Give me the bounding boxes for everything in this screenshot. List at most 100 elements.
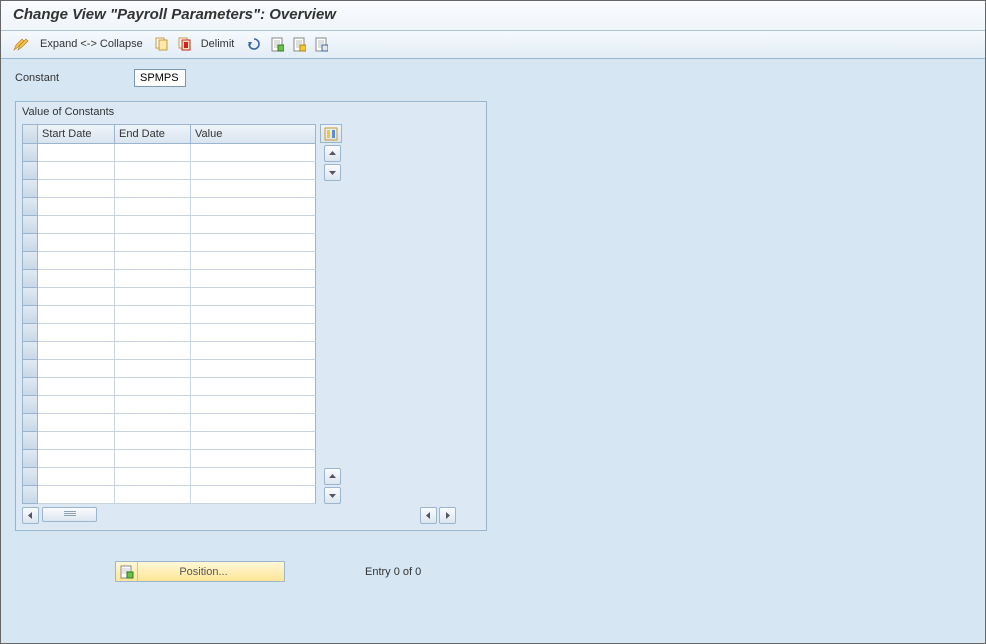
cell-start-date[interactable] <box>38 198 115 216</box>
cell-value[interactable] <box>191 180 316 198</box>
cell-start-date[interactable] <box>38 432 115 450</box>
undo-icon[interactable] <box>244 36 264 52</box>
row-selector[interactable] <box>23 324 38 342</box>
row-selector[interactable] <box>23 396 38 414</box>
table-row[interactable] <box>23 288 316 306</box>
vertical-scrollbar[interactable] <box>324 145 342 504</box>
cell-end-date[interactable] <box>115 414 191 432</box>
row-selector[interactable] <box>23 162 38 180</box>
constant-input[interactable]: SPMPS <box>134 69 186 87</box>
cell-end-date[interactable] <box>115 288 191 306</box>
row-selector[interactable] <box>23 252 38 270</box>
table-row[interactable] <box>23 234 316 252</box>
delimit-button[interactable]: Delimit <box>201 38 235 50</box>
row-selector[interactable] <box>23 234 38 252</box>
cell-end-date[interactable] <box>115 324 191 342</box>
cell-end-date[interactable] <box>115 252 191 270</box>
cell-value[interactable] <box>191 450 316 468</box>
row-selector[interactable] <box>23 414 38 432</box>
cell-start-date[interactable] <box>38 324 115 342</box>
table-row[interactable] <box>23 180 316 198</box>
table-row[interactable] <box>23 450 316 468</box>
table-row[interactable] <box>23 324 316 342</box>
table-row[interactable] <box>23 162 316 180</box>
cell-end-date[interactable] <box>115 360 191 378</box>
constants-table[interactable]: Start Date End Date Value <box>22 124 316 504</box>
cell-value[interactable] <box>191 234 316 252</box>
row-selector[interactable] <box>23 306 38 324</box>
row-selector[interactable] <box>23 270 38 288</box>
row-selector[interactable] <box>23 198 38 216</box>
select-all-icon[interactable] <box>176 36 194 52</box>
cell-end-date[interactable] <box>115 432 191 450</box>
row-selector[interactable] <box>23 180 38 198</box>
cell-start-date[interactable] <box>38 234 115 252</box>
cell-start-date[interactable] <box>38 396 115 414</box>
cell-end-date[interactable] <box>115 270 191 288</box>
table-row[interactable] <box>23 144 316 162</box>
table-row[interactable] <box>23 306 316 324</box>
cell-value[interactable] <box>191 414 316 432</box>
cell-end-date[interactable] <box>115 486 191 504</box>
table-row[interactable] <box>23 216 316 234</box>
table-row[interactable] <box>23 396 316 414</box>
table-row[interactable] <box>23 198 316 216</box>
cell-value[interactable] <box>191 432 316 450</box>
row-selector-header[interactable] <box>23 125 38 144</box>
cell-value[interactable] <box>191 252 316 270</box>
expand-collapse-button[interactable]: Expand <-> Collapse <box>40 38 143 50</box>
cell-start-date[interactable] <box>38 144 115 162</box>
cell-start-date[interactable] <box>38 288 115 306</box>
cell-value[interactable] <box>191 486 316 504</box>
table-row[interactable] <box>23 486 316 504</box>
cell-value[interactable] <box>191 468 316 486</box>
scroll-left-end-icon[interactable] <box>420 507 437 524</box>
cell-end-date[interactable] <box>115 468 191 486</box>
row-selector[interactable] <box>23 342 38 360</box>
cell-start-date[interactable] <box>38 360 115 378</box>
cell-value[interactable] <box>191 342 316 360</box>
cell-end-date[interactable] <box>115 198 191 216</box>
row-selector[interactable] <box>23 432 38 450</box>
row-selector[interactable] <box>23 486 38 504</box>
table-row[interactable] <box>23 252 316 270</box>
cell-value[interactable] <box>191 162 316 180</box>
row-selector[interactable] <box>23 450 38 468</box>
row-selector[interactable] <box>23 288 38 306</box>
cell-end-date[interactable] <box>115 342 191 360</box>
cell-end-date[interactable] <box>115 450 191 468</box>
cell-value[interactable] <box>191 198 316 216</box>
scroll-right-icon[interactable] <box>439 507 456 524</box>
cell-start-date[interactable] <box>38 468 115 486</box>
cell-value[interactable] <box>191 360 316 378</box>
table-row[interactable] <box>23 414 316 432</box>
position-button[interactable]: Position... <box>115 561 285 582</box>
row-selector[interactable] <box>23 216 38 234</box>
cell-start-date[interactable] <box>38 486 115 504</box>
scroll-down-icon[interactable] <box>324 487 341 504</box>
cell-end-date[interactable] <box>115 162 191 180</box>
row-selector[interactable] <box>23 468 38 486</box>
cell-start-date[interactable] <box>38 306 115 324</box>
cell-value[interactable] <box>191 144 316 162</box>
pencils-icon[interactable] <box>11 36 33 53</box>
table-row[interactable] <box>23 342 316 360</box>
table-row[interactable] <box>23 432 316 450</box>
cell-value[interactable] <box>191 270 316 288</box>
doc-green-icon[interactable] <box>269 36 286 53</box>
cell-end-date[interactable] <box>115 144 191 162</box>
table-row[interactable] <box>23 360 316 378</box>
cell-value[interactable] <box>191 216 316 234</box>
horizontal-scrollbar[interactable] <box>22 506 480 524</box>
cell-start-date[interactable] <box>38 342 115 360</box>
table-row[interactable] <box>23 270 316 288</box>
cell-value[interactable] <box>191 396 316 414</box>
doc-yellow-icon[interactable] <box>291 36 308 53</box>
copy-icon[interactable] <box>153 36 171 52</box>
scroll-down-small-icon[interactable] <box>324 164 341 181</box>
cell-end-date[interactable] <box>115 396 191 414</box>
col-start-date[interactable]: Start Date <box>38 125 115 144</box>
cell-start-date[interactable] <box>38 450 115 468</box>
scroll-left-icon[interactable] <box>22 507 39 524</box>
cell-start-date[interactable] <box>38 378 115 396</box>
